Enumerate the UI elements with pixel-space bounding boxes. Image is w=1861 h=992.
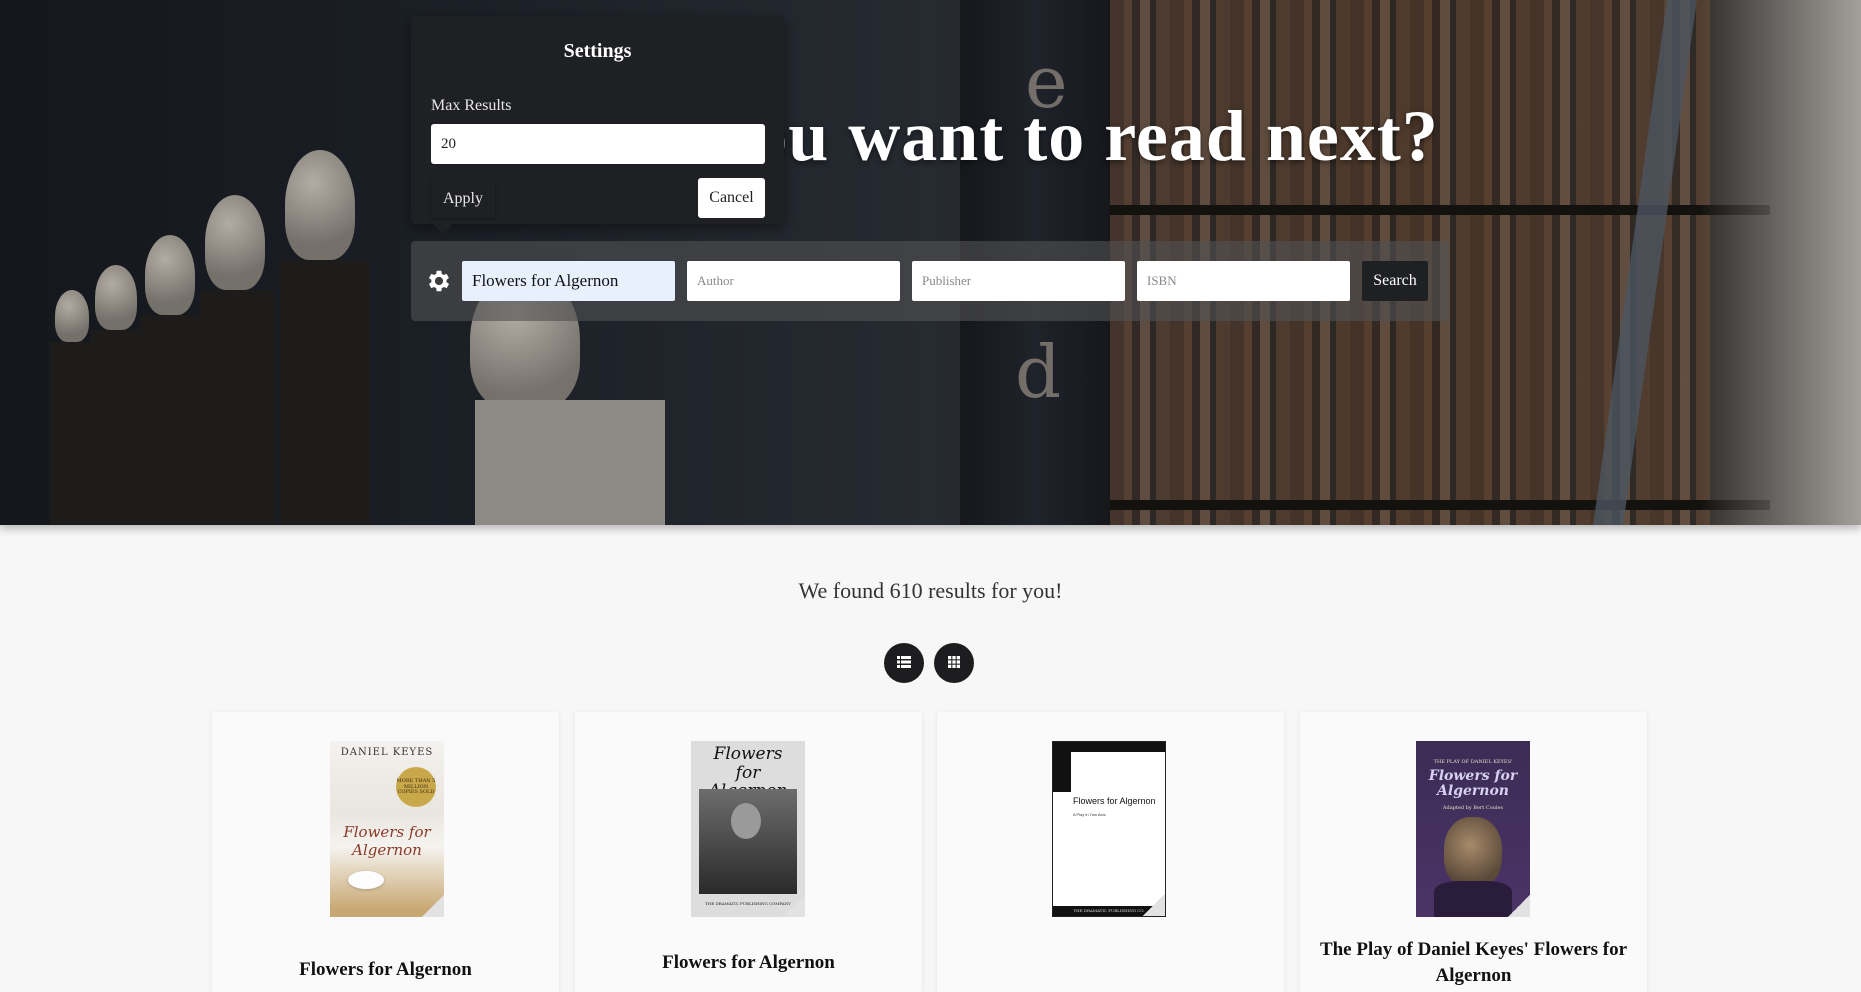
bust-sculpture (55, 290, 89, 342)
pedestal (200, 290, 275, 525)
book-title: Flowers for Algernon (662, 952, 835, 973)
cover-author: DANIEL KEYES (340, 747, 434, 758)
list-view-button[interactable] (884, 643, 924, 683)
book-card[interactable]: THE PLAY OF DANIEL KEYES' Flowers for Al… (1300, 712, 1647, 992)
book-card[interactable]: Flowers for Algernon THE DRAMATIC PUBLIS… (575, 712, 922, 992)
book-card[interactable]: DANIEL KEYES MORE THAN 5 MILLION COPIES … (212, 712, 559, 992)
search-button[interactable]: Search (1362, 261, 1428, 301)
cover-band (1053, 742, 1165, 752)
cover-footer: THE DRAMATIC PUBLISHING COMPANY (705, 901, 791, 906)
cancel-button[interactable]: Cancel (698, 178, 765, 218)
pedestal (90, 330, 142, 525)
shelf-divider (1090, 500, 1770, 510)
cover-subtitle: A Play in Two Acts (1073, 812, 1106, 817)
cover-band (1053, 752, 1071, 792)
bust-sculpture (145, 235, 195, 315)
book-cover[interactable]: THE PLAY OF DANIEL KEYES' Flowers for Al… (1416, 741, 1530, 917)
mouse-illustration (348, 871, 384, 889)
cover-portrait (731, 803, 761, 839)
cover-subtitle: Adapted by Bert Coules (1442, 805, 1504, 811)
shelf-divider (1090, 205, 1770, 215)
cover-face-illustration (1444, 817, 1502, 887)
pedestal (140, 315, 202, 525)
statue-foreground (1700, 0, 1861, 525)
settings-popover: Settings Max Results Apply Cancel (411, 16, 784, 234)
list-view-icon (897, 655, 911, 671)
pillar-letter-decoration: d (1015, 330, 1062, 414)
grid-view-icon (948, 655, 960, 671)
max-results-label: Max Results (431, 97, 512, 114)
cover-shoulders (1434, 881, 1512, 917)
hero-banner: e d What do you want to read next? Setti… (0, 0, 1861, 525)
cover-title: Flowers for Algernon (1073, 796, 1156, 806)
book-title: Flowers for Algernon (299, 959, 472, 980)
publisher-search-input[interactable] (912, 261, 1125, 301)
book-title: The Play of Daniel Keyes' Flowers for Al… (1319, 939, 1628, 986)
page-headline: What do you want to read next? (422, 96, 1439, 176)
bust-sculpture (95, 265, 137, 330)
cover-footer: THE DRAMATIC PUBLISHING CO. (1053, 906, 1165, 916)
cover-top-text: THE PLAY OF DANIEL KEYES' (1433, 759, 1513, 765)
book-cover[interactable]: Flowers for Algernon A Play in Two Acts … (1052, 741, 1166, 917)
pedestal (475, 400, 665, 525)
settings-title: Settings (563, 40, 632, 62)
grid-view-button[interactable] (934, 643, 974, 683)
search-bar: Search (411, 241, 1449, 321)
pedestal (280, 260, 370, 525)
book-card[interactable]: Flowers for Algernon A Play in Two Acts … (937, 712, 1284, 992)
max-results-input[interactable] (431, 124, 765, 164)
isbn-search-input[interactable] (1137, 261, 1350, 301)
bust-sculpture (205, 195, 265, 290)
book-cover[interactable]: Flowers for Algernon THE DRAMATIC PUBLIS… (691, 741, 805, 917)
apply-button[interactable]: Apply (431, 180, 495, 218)
title-search-input[interactable] (462, 261, 675, 301)
book-cover[interactable]: DANIEL KEYES MORE THAN 5 MILLION COPIES … (330, 741, 444, 917)
pedestal (50, 342, 92, 525)
cover-title: Flowers for Algernon (1428, 768, 1518, 799)
author-search-input[interactable] (687, 261, 900, 301)
gear-icon[interactable] (425, 267, 453, 295)
cover-badge: MORE THAN 5 MILLION COPIES SOLD (396, 767, 436, 807)
results-summary: We found 610 results for you! (798, 578, 1063, 603)
cover-title: Flowers for Algernon (343, 823, 431, 859)
